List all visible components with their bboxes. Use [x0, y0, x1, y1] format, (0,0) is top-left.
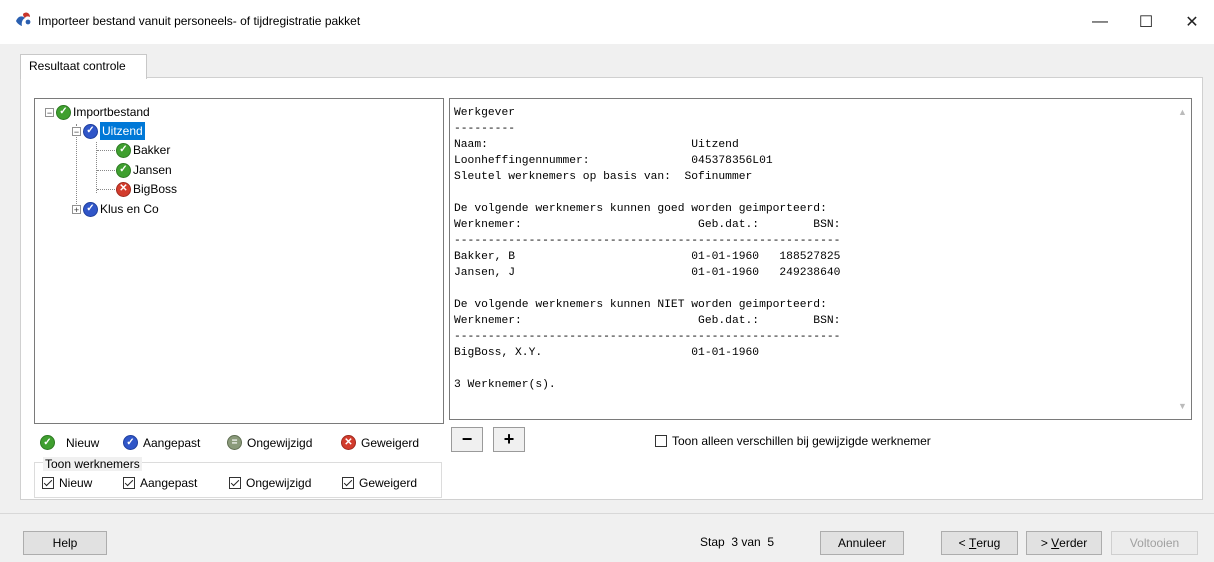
checkbox-icon: [123, 477, 135, 489]
tree-node-importbestand[interactable]: − ✓ Importbestand: [45, 103, 150, 121]
show-employees-title: Toon werknemers: [43, 457, 142, 471]
show-rejected-checkbox[interactable]: Geweigerd: [342, 476, 417, 490]
tab-label: Resultaat controle: [29, 59, 126, 73]
help-button[interactable]: Help: [23, 531, 107, 555]
legend-label: Ongewijzigd: [247, 435, 313, 450]
tree-node-label: Uitzend: [100, 122, 145, 140]
next-label-rest: erder: [1059, 536, 1088, 550]
legend-new: ✓ Nieuw: [40, 435, 99, 450]
maximize-button[interactable]: ☐: [1123, 0, 1169, 44]
back-label-prefix: <: [958, 536, 969, 550]
check-green-icon: ✓: [116, 162, 131, 178]
checkbox-label: Toon alleen verschillen bij gewijzigde w…: [672, 434, 931, 448]
rejected-red-icon: ✕: [116, 181, 131, 197]
checkbox-icon: [655, 435, 667, 447]
checkbox-label: Nieuw: [59, 476, 93, 490]
tree-node-label: Importbestand: [73, 105, 150, 119]
window-title: Importeer bestand vanuit personeels- of …: [38, 14, 361, 28]
finish-button[interactable]: Voltooien: [1111, 531, 1198, 555]
checkbox-icon: [42, 477, 54, 489]
footer-divider: [0, 513, 1214, 514]
checkbox-label: Geweigerd: [359, 476, 418, 490]
back-accel: T: [968, 536, 977, 550]
legend-unchanged: = Ongewijzigd: [227, 435, 312, 450]
check-green-icon: ✓: [40, 435, 55, 450]
tab-resultaat-controle[interactable]: Resultaat controle: [20, 54, 147, 79]
check-blue-icon: ✓: [83, 201, 98, 217]
vertical-scrollbar[interactable]: ▲ ▼: [1174, 99, 1191, 417]
legend-rejected: ✕ Geweigerd: [341, 435, 419, 450]
tree-node-uitzend[interactable]: − ✓ Uitzend: [72, 122, 145, 140]
check-blue-icon: ✓: [83, 123, 98, 139]
checkbox-label: Ongewijzigd: [246, 476, 312, 490]
checkbox-label: Aangepast: [140, 476, 198, 490]
tree-node-label: BigBoss: [133, 182, 178, 196]
back-label-rest: erug: [976, 536, 1001, 550]
checkbox-icon: [342, 477, 354, 489]
only-differences-checkbox[interactable]: Toon alleen verschillen bij gewijzigde w…: [655, 434, 931, 448]
close-button[interactable]: ✕: [1169, 0, 1214, 44]
step-indicator: Stap 3 van 5: [700, 535, 775, 549]
legend-label: Aangepast: [143, 435, 201, 450]
show-unchanged-checkbox[interactable]: Ongewijzigd: [229, 476, 311, 490]
cancel-button[interactable]: Annuleer: [820, 531, 904, 555]
checkbox-icon: [229, 477, 241, 489]
minimize-button[interactable]: —: [1077, 0, 1123, 44]
rejected-red-icon: ✕: [341, 435, 356, 450]
tree-node-klus-en-co[interactable]: + ✓ Klus en Co: [72, 200, 159, 218]
collapse-icon[interactable]: −: [45, 107, 54, 117]
check-green-icon: ✓: [56, 104, 71, 120]
report-panel[interactable]: Werkgever --------- Naam: Uitzend Loonhe…: [449, 98, 1192, 420]
tree-node-label: Jansen: [133, 163, 172, 177]
next-label-prefix: >: [1040, 536, 1052, 550]
scroll-down-icon[interactable]: ▼: [1178, 401, 1187, 411]
next-button[interactable]: > Verder: [1026, 531, 1102, 555]
legend-changed: ✓ Aangepast: [123, 435, 200, 450]
expand-all-button[interactable]: +: [493, 427, 525, 452]
tree-node-label: Bakker: [133, 143, 171, 157]
tree-node-bigboss[interactable]: ✕ BigBoss: [116, 180, 177, 198]
back-button[interactable]: < Terug: [941, 531, 1018, 555]
tree-node-bakker[interactable]: ✓ Bakker: [116, 141, 170, 159]
tree-node-jansen[interactable]: ✓ Jansen: [116, 161, 172, 179]
import-tree[interactable]: − ✓ Importbestand − ✓ Uitzend ✓ Bakker ✓…: [34, 98, 444, 424]
collapse-icon[interactable]: −: [72, 126, 81, 136]
collapse-all-button[interactable]: −: [451, 427, 483, 452]
tree-node-label: Klus en Co: [100, 202, 159, 216]
unchanged-gray-icon: =: [227, 435, 242, 450]
check-blue-icon: ✓: [123, 435, 138, 450]
scroll-up-icon[interactable]: ▲: [1178, 107, 1187, 117]
legend-label: Geweigerd: [361, 435, 420, 450]
expand-icon[interactable]: +: [72, 204, 81, 214]
legend-label: Nieuw: [66, 435, 100, 450]
show-new-checkbox[interactable]: Nieuw: [42, 476, 92, 490]
check-green-icon: ✓: [116, 142, 131, 158]
show-changed-checkbox[interactable]: Aangepast: [123, 476, 197, 490]
app-logo-icon: [16, 12, 31, 26]
next-accel: V: [1051, 536, 1060, 550]
report-text: Werkgever --------- Naam: Uitzend Loonhe…: [454, 107, 841, 391]
